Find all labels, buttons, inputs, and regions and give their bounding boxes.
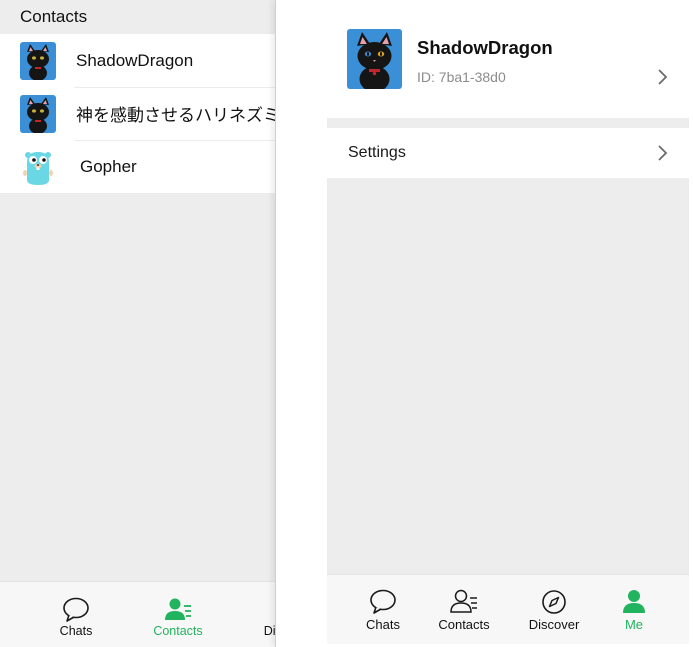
contact-name: Gopher xyxy=(80,156,137,176)
tab-contacts[interactable]: Contacts xyxy=(138,582,218,647)
contacts-header: Contacts xyxy=(0,0,300,34)
contact-item-gopher[interactable]: Gopher xyxy=(0,140,300,193)
black-cat-avatar xyxy=(20,41,56,80)
profile-id: ID: 7ba1-38d0 xyxy=(417,69,506,85)
chat-bubble-icon xyxy=(62,597,90,623)
chevron-right-icon xyxy=(658,145,668,161)
contacts-icon xyxy=(450,589,478,615)
gopher-avatar xyxy=(20,147,56,186)
background-tab-bar: Chats Contacts Discover xyxy=(0,581,300,647)
tab-me[interactable]: Me xyxy=(598,575,670,644)
tab-label: Discover xyxy=(528,617,580,632)
tab-contacts[interactable]: Contacts xyxy=(428,575,500,644)
contact-item-shadowdragon[interactable]: ShadowDragon xyxy=(0,34,300,87)
me-screen: ShadowDragon ID: 7ba1-38d0 Settings Chat… xyxy=(327,4,689,644)
chevron-right-icon xyxy=(658,69,668,85)
tab-label: Contacts xyxy=(438,617,490,632)
contacts-icon xyxy=(164,597,192,623)
contact-name: ShadowDragon xyxy=(76,50,194,70)
profile-name: ShadowDragon xyxy=(417,37,553,58)
settings-label: Settings xyxy=(348,144,406,161)
tab-discover[interactable]: Discover xyxy=(518,575,590,644)
tab-label: Contacts xyxy=(153,624,203,638)
contact-list: ShadowDragon 神を感動させるハリネズミ Gopher xyxy=(0,34,300,193)
black-cat-avatar xyxy=(347,29,402,89)
profile-card[interactable]: ShadowDragon ID: 7ba1-38d0 xyxy=(327,4,689,118)
chat-bubble-icon xyxy=(369,589,397,615)
tab-label: Chats xyxy=(59,624,93,638)
tab-chats[interactable]: Chats xyxy=(36,582,116,647)
settings-row[interactable]: Settings xyxy=(327,128,689,178)
contact-item-hedgehog[interactable]: 神を感動させるハリネズミ xyxy=(0,87,300,140)
contacts-title: Contacts xyxy=(20,7,88,26)
me-window: ShadowDragon ID: 7ba1-38d0 Settings Chat… xyxy=(275,0,693,647)
compass-icon xyxy=(540,589,568,615)
tab-chats[interactable]: Chats xyxy=(347,575,419,644)
black-cat-avatar xyxy=(20,94,56,133)
contact-name: 神を感動させるハリネズミ xyxy=(76,106,280,125)
tab-label: Chats xyxy=(366,617,400,632)
main-tab-bar: Chats Contacts Discover Me xyxy=(327,574,689,644)
background-contacts-window: Contacts ShadowDragon 神を感動させるハリネズミ Gophe… xyxy=(0,0,300,647)
tab-label: Me xyxy=(624,617,644,632)
person-icon xyxy=(620,589,648,615)
